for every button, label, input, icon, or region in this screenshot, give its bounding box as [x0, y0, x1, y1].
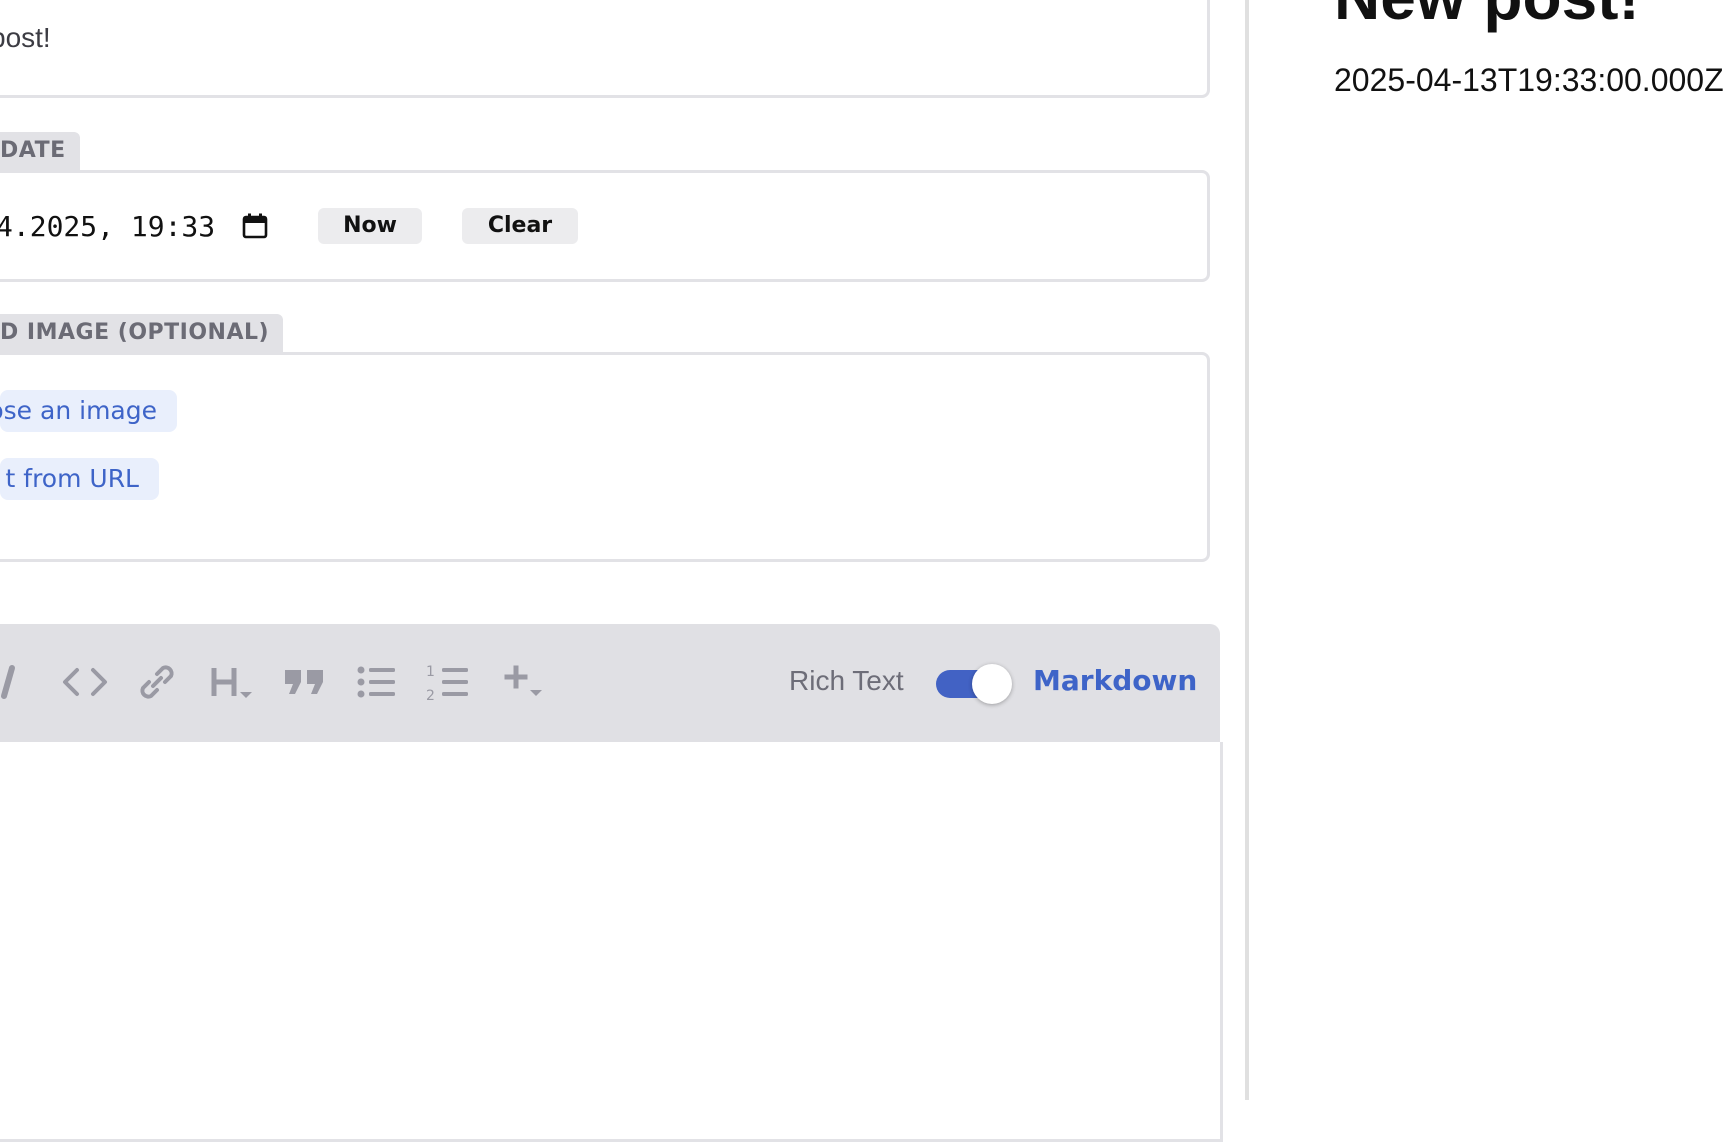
date-field-label: DATE: [0, 132, 80, 172]
preview-title: New post!: [1334, 0, 1640, 34]
choose-image-label: ose an image: [0, 396, 157, 425]
heading-icon[interactable]: [204, 654, 260, 710]
choose-image-button[interactable]: ose an image: [0, 390, 177, 432]
link-icon[interactable]: [129, 654, 185, 710]
editor-mode-toggle[interactable]: [936, 664, 1012, 704]
quote-icon[interactable]: [277, 654, 333, 710]
preview-date: 2025-04-13T19:33:00.000Z: [1334, 62, 1724, 98]
bulleted-list-icon[interactable]: [349, 654, 405, 710]
image-field: [0, 352, 1210, 562]
markdown-editor-area[interactable]: [0, 742, 1223, 1142]
insert-from-url-label: t from URL: [5, 464, 139, 493]
insert-from-url-button[interactable]: t from URL: [0, 458, 159, 500]
markdown-label[interactable]: Markdown: [1033, 664, 1197, 697]
editor-pane: post! DATE 4.2025, 19:33 Now Clear D IMA…: [0, 0, 1248, 1142]
numbered-list-icon[interactable]: 12: [422, 654, 478, 710]
toggle-knob: [972, 664, 1012, 704]
calendar-icon[interactable]: [241, 212, 269, 240]
add-icon[interactable]: [496, 654, 552, 710]
description-value: post!: [0, 22, 51, 53]
preview-pane: New post! 2025-04-13T19:33:00.000Z: [1249, 0, 1726, 1100]
description-field[interactable]: [0, 0, 1210, 98]
svg-text:2: 2: [426, 688, 435, 704]
svg-text:1: 1: [426, 664, 435, 680]
image-field-label: D IMAGE (OPTIONAL): [0, 314, 284, 354]
code-icon[interactable]: [57, 654, 113, 710]
date-input[interactable]: 4.2025, 19:33: [0, 210, 215, 243]
date-clear-button[interactable]: Clear: [462, 208, 578, 244]
date-now-button[interactable]: Now: [318, 208, 422, 244]
rich-text-label[interactable]: Rich Text: [789, 665, 904, 697]
italic-icon[interactable]: [0, 654, 38, 710]
